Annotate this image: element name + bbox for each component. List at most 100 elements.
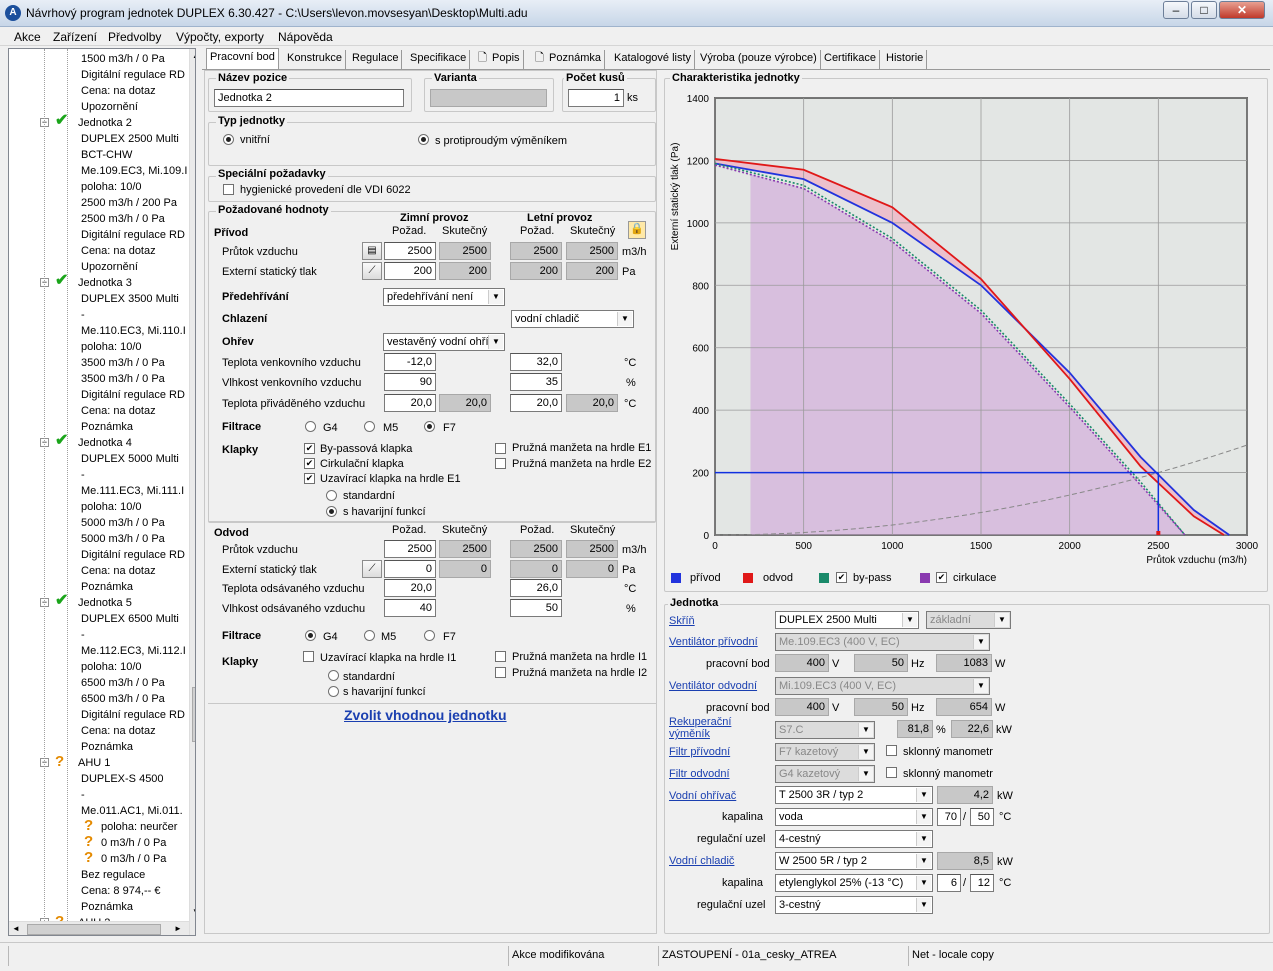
odvod-prutok-zimni[interactable]: 2500 [384, 540, 436, 558]
tree-item[interactable]: 3500 m3/h / 0 Pa [9, 371, 187, 387]
cirkulace-show-checkbox[interactable]: ✔ [936, 572, 947, 583]
pruzna-i2-checkbox[interactable] [495, 667, 506, 678]
vlh-odsav-letni[interactable]: 50 [510, 599, 562, 617]
menu-napoveda[interactable]: Nápověda [278, 30, 333, 44]
odvod-f7-radio[interactable] [424, 630, 435, 641]
tree-item[interactable]: ? 0 m3/h / 0 Pa [9, 850, 187, 867]
manometr-odvod-checkbox[interactable] [886, 767, 897, 778]
i1-standardni-radio[interactable] [328, 670, 339, 681]
menu-predvolby[interactable]: Předvolby [108, 30, 161, 44]
t-venk-letni[interactable]: 32,0 [510, 353, 562, 371]
tree-item[interactable]: poloha: 10/0 [9, 659, 187, 675]
ohrivac-t1[interactable]: 70 [937, 808, 961, 826]
bypass-show-checkbox[interactable]: ✔ [836, 572, 847, 583]
vent-odvodni-select[interactable]: Mi.109.EC3 (400 V, EC) ▼ [775, 677, 990, 695]
tree-item[interactable]: 1500 m3/h / 0 Pa [9, 51, 187, 67]
chladic-t1[interactable]: 6 [937, 874, 961, 892]
tree-item[interactable]: - [9, 467, 187, 483]
menu-zarizeni[interactable]: Zařízení [53, 30, 97, 44]
tab-certifikace[interactable]: Certifikace [821, 50, 880, 69]
tree-item[interactable]: Poznámka [9, 899, 187, 915]
predehrivani-select[interactable]: předehřívání není ▼ [383, 288, 505, 306]
tab-specifikace[interactable]: Specifikace [407, 50, 471, 69]
privod-f7-radio[interactable] [424, 421, 435, 432]
tree-item[interactable]: poloha: 10/0 [9, 499, 187, 515]
e1-standardni-radio[interactable] [326, 490, 337, 501]
pocet-kusu-input[interactable]: 1 [568, 89, 624, 107]
tree-item[interactable]: Cena: na dotaz [9, 83, 187, 99]
vodni-chladic-link[interactable]: Vodní chladič [669, 855, 734, 867]
ohrev-select[interactable]: vestavěný vodní ohří ▼ [383, 333, 505, 351]
vodni-ohrivac-select[interactable]: T 2500 3R / typ 2 ▼ [775, 786, 933, 804]
rekuperacni-select[interactable]: S7.C ▼ [775, 721, 875, 739]
tree-item[interactable]: DUPLEX 2500 Multi [9, 131, 187, 147]
ohrivac-kapalina-select[interactable]: voda ▼ [775, 808, 933, 826]
chladic-kapalina-select[interactable]: etylenglykol 25% (-13 °C) ▼ [775, 874, 933, 892]
chladic-reg-select[interactable]: 3-cestný ▼ [775, 896, 933, 914]
ohrivac-t2[interactable]: 50 [970, 808, 994, 826]
tree-item[interactable]: Poznámka [9, 419, 187, 435]
tree-item[interactable]: 5000 m3/h / 0 Pa [9, 531, 187, 547]
t-odsav-letni[interactable]: 26,0 [510, 579, 562, 597]
tree-item[interactable]: Digitální regulace RD [9, 707, 187, 723]
t-odsav-zimni[interactable]: 20,0 [384, 579, 436, 597]
t-venk-zimni[interactable]: -12,0 [384, 353, 436, 371]
vodni-ohrivac-link[interactable]: Vodní ohřívač [669, 790, 736, 802]
typ-protiproud-radio[interactable] [418, 134, 429, 145]
tree-item[interactable]: Cena: na dotaz [9, 243, 187, 259]
tree-item[interactable]: 5000 m3/h / 0 Pa [9, 515, 187, 531]
tree-item[interactable]: Poznámka [9, 579, 187, 595]
filtr-odvodni-select[interactable]: G4 kazetový ▼ [775, 765, 875, 783]
tree-item[interactable]: Bez regulace [9, 867, 187, 883]
tree-hscroll-thumb[interactable] [27, 924, 161, 935]
tree-item[interactable]: Digitální regulace RD [9, 547, 187, 563]
privod-prutok-letni[interactable]: 2500 [510, 242, 562, 260]
maximize-button[interactable]: □ [1191, 1, 1217, 19]
hygienicke-checkbox[interactable] [223, 184, 234, 195]
vlh-venk-zimni[interactable]: 90 [384, 373, 436, 391]
tree-item[interactable]: 6500 m3/h / 0 Pa [9, 691, 187, 707]
tree-horizontal-scrollbar[interactable]: ◄ ► [9, 921, 189, 935]
privod-g4-radio[interactable] [305, 421, 316, 432]
ohrivac-reg-select[interactable]: 4-cestný ▼ [775, 830, 933, 848]
vodni-chladic-select[interactable]: W 2500 5R / typ 2 ▼ [775, 852, 933, 870]
pruzna-i1-checkbox[interactable] [495, 651, 506, 662]
tree-item[interactable]: DUPLEX 6500 Multi [9, 611, 187, 627]
tree-scroll-thumb[interactable] [192, 687, 195, 742]
rekuperacni-link[interactable]: Rekuperační výměník [669, 716, 739, 740]
tree-item[interactable]: 6500 m3/h / 0 Pa [9, 675, 187, 691]
privod-tlak-letni[interactable]: 200 [510, 262, 562, 280]
tree-item[interactable]: Cena: na dotaz [9, 563, 187, 579]
tree-item[interactable]: Me.011.AC1, Mi.011. [9, 803, 187, 819]
privod-tlak-zimni[interactable]: 200 [384, 262, 436, 280]
tree-item[interactable]: Digitální regulace RD [9, 227, 187, 243]
vlh-odsav-zimni[interactable]: 40 [384, 599, 436, 617]
filtr-privodni-link[interactable]: Filtr přívodní [669, 746, 730, 758]
tree-item[interactable]: Me.109.EC3, Mi.109.I [9, 163, 187, 179]
tree-vertical-scrollbar[interactable]: ▲ ▼ [189, 49, 195, 935]
tree-item[interactable]: Upozornění [9, 259, 187, 275]
pressure-icon[interactable]: ⟋ [362, 560, 382, 578]
skrin-variant-select[interactable]: základní ▼ [926, 611, 1011, 629]
tab-regulace[interactable]: Regulace [349, 50, 403, 69]
uzaviraci-e1-checkbox[interactable]: ✔ [304, 473, 315, 484]
vlh-venk-letni[interactable]: 35 [510, 373, 562, 391]
minimize-button[interactable]: – [1163, 1, 1189, 19]
tree-item[interactable]: Me.110.EC3, Mi.110.I [9, 323, 187, 339]
pruzna-e1-checkbox[interactable] [495, 443, 506, 454]
uzaviraci-i1-checkbox[interactable] [303, 651, 314, 662]
tree-node-unit[interactable]: − ✔ Jednotka 3 [9, 273, 187, 291]
tree-item[interactable]: - [9, 627, 187, 643]
tree-item[interactable]: BCT-CHW [9, 147, 187, 163]
tree-item[interactable]: - [9, 307, 187, 323]
tab-konstrukce[interactable]: Konstrukce [284, 50, 347, 69]
tree-node-unit[interactable]: −? AHU 1 [9, 754, 187, 771]
tab-historie[interactable]: Historie [883, 50, 928, 69]
tree-node-unit[interactable]: − ✔ Jednotka 2 [9, 113, 187, 131]
t-prived-zimni[interactable]: 20,0 [384, 394, 436, 412]
bypass-checkbox[interactable]: ✔ [304, 443, 315, 454]
tab-katalogove-listy[interactable]: Katalogové listy [611, 50, 696, 69]
odvod-m5-radio[interactable] [364, 630, 375, 641]
cirkulacni-checkbox[interactable]: ✔ [304, 458, 315, 469]
tree-item[interactable]: Upozornění [9, 99, 187, 115]
